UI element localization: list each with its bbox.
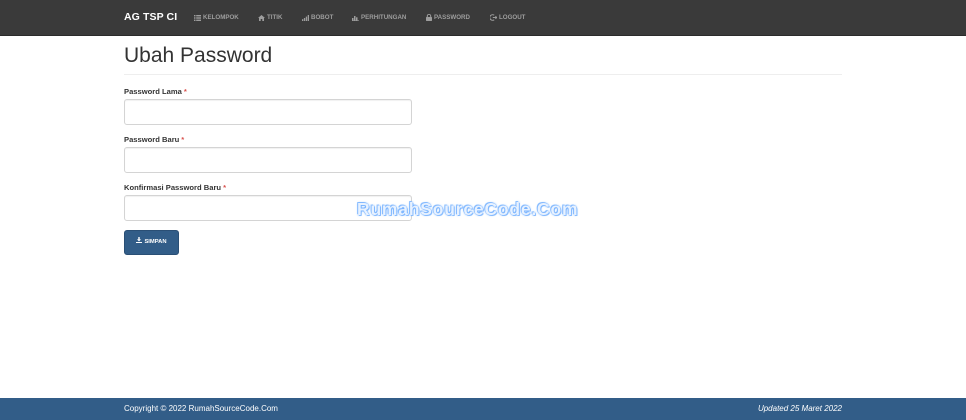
required-mark: * [183,87,187,96]
footer-updated: Updated 25 Maret 2022 [757,404,842,413]
old-password-input[interactable] [124,99,412,125]
nav-item-titik[interactable]: TITIK [258,0,282,35]
nav-item-label: PERHITUNGAN [361,14,407,21]
confirm-password-label: Konfirmasi Password Baru * [124,183,226,192]
home-icon [258,14,265,21]
confirm-password-label-text: Konfirmasi Password Baru [124,183,222,192]
nav-item-password[interactable]: PASSWORD [426,0,470,35]
download-icon [136,231,143,254]
nav-item-label: KELOMPOK [203,14,239,21]
new-password-label: Password Baru * [124,135,184,144]
signal-icon [302,14,309,21]
title-divider [124,74,842,75]
save-button[interactable]: SIMPAN [124,230,179,255]
nav-item-label: TITIK [267,14,283,21]
new-password-input[interactable] [124,147,412,173]
nav-item-bobot[interactable]: BOBOT [302,0,333,35]
footer: Copyright © 2022 RumahSourceCode.Com Upd… [0,398,966,420]
nav-item-kelompok[interactable]: KELOMPOK [194,0,239,35]
save-button-label: SIMPAN [144,239,167,245]
logout-icon [490,14,497,21]
new-password-label-text: Password Baru [124,135,180,144]
footer-copyright: Copyright © 2022 RumahSourceCode.Com [124,404,278,413]
stats-icon [352,15,359,21]
page-title: Ubah Password [124,44,273,67]
required-mark: * [181,135,185,144]
nav-item-label: BOBOT [311,14,334,21]
old-password-label: Password Lama * [124,87,187,96]
nav-item-label: PASSWORD [434,14,470,21]
nav-item-perhitungan[interactable]: PERHITUNGAN [352,0,406,35]
list-icon [194,14,201,21]
lock-icon [426,14,432,21]
watermark: RumahSourceCode.Com [357,199,579,219]
nav-item-label: LOGOUT [499,14,526,21]
navbar-brand[interactable]: AG TSP CI [124,0,177,35]
required-mark: * [223,183,227,192]
top-navbar: AG TSP CI KELOMPOK TITIK BOBOT PERHITUNG… [0,0,966,36]
old-password-label-text: Password Lama [124,87,182,96]
nav-item-logout[interactable]: LOGOUT [490,0,525,35]
